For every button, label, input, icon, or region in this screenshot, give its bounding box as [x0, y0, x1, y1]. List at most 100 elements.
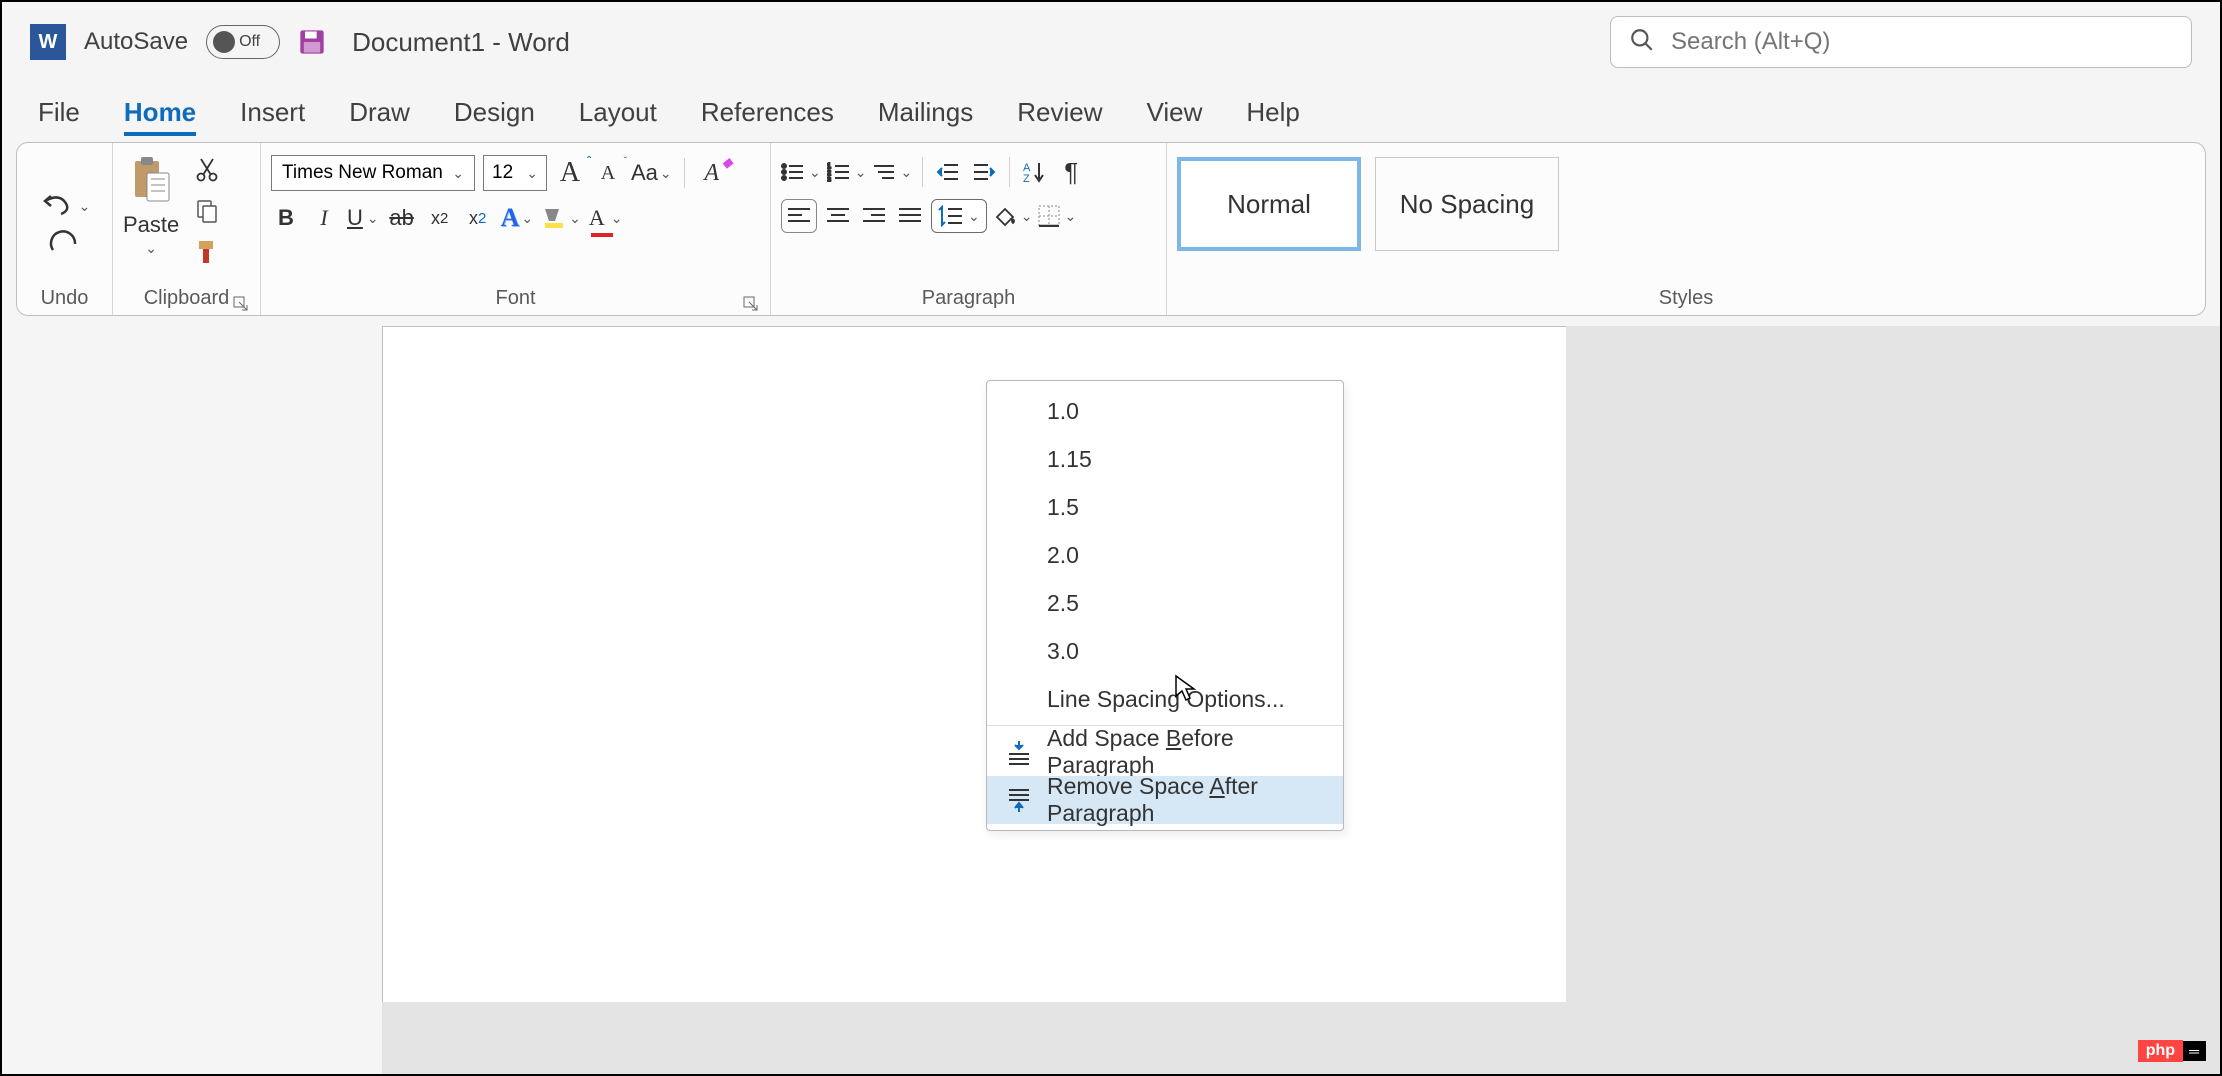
bullets-button[interactable]: ⌄	[781, 155, 821, 189]
clipboard-icon	[129, 155, 173, 208]
ribbon: ⌄ Undo Paste ⌄ Clipboard	[16, 142, 2206, 316]
font-name-selector[interactable]: Times New Roman⌄	[271, 155, 475, 191]
php-label: php	[2138, 1040, 2183, 1062]
tab-mailings[interactable]: Mailings	[878, 97, 973, 136]
underline-button[interactable]: U⌄	[347, 201, 379, 235]
chevron-down-icon[interactable]: ⌄	[145, 240, 157, 257]
autosave-state: Off	[239, 33, 260, 51]
copy-button[interactable]	[195, 198, 219, 229]
tab-home[interactable]: Home	[124, 97, 196, 136]
add-space-before-paragraph[interactable]: Add Space Before Paragraph	[987, 728, 1343, 776]
autosave-label: AutoSave	[84, 28, 188, 56]
spacing-option-3-0[interactable]: 3.0	[987, 627, 1343, 675]
align-right-button[interactable]	[859, 199, 889, 233]
borders-button[interactable]: ⌄	[1038, 199, 1076, 233]
tab-draw[interactable]: Draw	[349, 97, 410, 136]
svg-text:1: 1	[827, 163, 831, 170]
italic-button[interactable]: I	[309, 201, 339, 235]
search-input[interactable]	[1671, 28, 2173, 56]
ribbon-tabs: File Home Insert Draw Design Layout Refe…	[2, 82, 2220, 136]
numbering-button[interactable]: 123⌄	[827, 155, 867, 189]
group-paragraph: ⌄ 123⌄ ⌄ AZ ¶ ⌄ ⌄ ⌄ Paragraph	[771, 143, 1167, 315]
toggle-knob	[213, 31, 235, 53]
cn-label: ═	[2183, 1041, 2206, 1061]
paste-label: Paste	[123, 212, 179, 238]
show-paragraph-marks-button[interactable]: ¶	[1056, 155, 1086, 189]
remove-space-after-icon	[1005, 786, 1033, 814]
search-box[interactable]	[1610, 16, 2192, 68]
svg-text:3: 3	[827, 177, 831, 182]
tab-references[interactable]: References	[701, 97, 834, 136]
align-center-button[interactable]	[823, 199, 853, 233]
grow-font-button[interactable]: Aˆ	[555, 156, 585, 190]
tab-insert[interactable]: Insert	[240, 97, 305, 136]
group-label-clipboard: Clipboard	[123, 287, 250, 315]
sort-button[interactable]: AZ	[1020, 155, 1050, 189]
style-no-spacing[interactable]: No Spacing	[1375, 157, 1559, 251]
highlight-button[interactable]: ⌄	[541, 201, 581, 235]
spacing-option-1-15[interactable]: 1.15	[987, 435, 1343, 483]
title-bar: W AutoSave Off Document1 - Word	[2, 2, 2220, 82]
chevron-down-icon: ⌄	[79, 198, 91, 215]
clear-formatting-button[interactable]: A◆	[697, 156, 727, 190]
strikethrough-button[interactable]: ab	[387, 201, 417, 235]
line-spacing-dropdown: 1.0 1.15 1.5 2.0 2.5 3.0 Line Spacing Op…	[986, 380, 1344, 831]
shading-button[interactable]: ⌄	[993, 199, 1033, 233]
spacing-option-1-5[interactable]: 1.5	[987, 483, 1343, 531]
group-label-styles: Styles	[1177, 287, 2195, 315]
tab-view[interactable]: View	[1146, 97, 1202, 136]
spacing-option-2-0[interactable]: 2.0	[987, 531, 1343, 579]
tab-review[interactable]: Review	[1017, 97, 1102, 136]
redo-button[interactable]	[47, 230, 83, 258]
mouse-cursor-icon	[1174, 674, 1196, 702]
shrink-font-button[interactable]: Aˇ	[593, 156, 623, 190]
svg-text:Z: Z	[1023, 173, 1030, 183]
group-label-font: Font	[271, 287, 760, 315]
font-size-selector[interactable]: 12⌄	[483, 155, 547, 191]
word-app-icon: W	[30, 24, 66, 60]
decrease-indent-button[interactable]	[933, 155, 963, 189]
group-undo: ⌄ Undo	[17, 143, 113, 315]
tab-design[interactable]: Design	[454, 97, 535, 136]
change-case-button[interactable]: Aa⌄	[631, 156, 672, 190]
superscript-button[interactable]: x2	[463, 201, 493, 235]
justify-button[interactable]	[895, 199, 925, 233]
tab-file[interactable]: File	[38, 97, 80, 136]
line-spacing-options[interactable]: Line Spacing Options...	[987, 675, 1343, 723]
dialog-launcher-icon[interactable]	[742, 295, 760, 313]
document-page[interactable]	[382, 326, 1566, 1002]
format-painter-button[interactable]	[195, 239, 219, 270]
remove-space-after-paragraph[interactable]: Remove Space After Paragraph	[987, 776, 1343, 824]
text-effects-button[interactable]: A⌄	[501, 201, 534, 235]
font-color-button[interactable]: A⌄	[589, 201, 623, 235]
multilevel-list-button[interactable]: ⌄	[872, 155, 912, 189]
style-normal[interactable]: Normal	[1177, 157, 1361, 251]
document-title: Document1 - Word	[352, 27, 570, 58]
save-icon[interactable]	[298, 28, 326, 56]
dialog-launcher-icon[interactable]	[232, 295, 250, 313]
watermark-badge: php ═	[2138, 1040, 2206, 1062]
line-spacing-button[interactable]: ⌄	[931, 199, 987, 233]
group-font: Times New Roman⌄ 12⌄ Aˆ Aˇ Aa⌄ A◆ B I U⌄…	[261, 143, 771, 315]
add-space-before-label: Add Space Before Paragraph	[1047, 725, 1319, 779]
increase-indent-button[interactable]	[969, 155, 999, 189]
group-clipboard: Paste ⌄ Clipboard	[113, 143, 261, 315]
spacing-option-2-5[interactable]: 2.5	[987, 579, 1343, 627]
autosave-toggle[interactable]: Off	[206, 25, 280, 59]
group-styles: Normal No Spacing Styles	[1167, 143, 2205, 315]
spacing-option-1-0[interactable]: 1.0	[987, 387, 1343, 435]
group-label-undo: Undo	[27, 287, 102, 315]
paste-button[interactable]: Paste ⌄	[123, 151, 179, 257]
align-left-button[interactable]	[781, 199, 817, 233]
bold-button[interactable]: B	[271, 201, 301, 235]
remove-space-after-label: Remove Space After Paragraph	[1047, 773, 1319, 827]
search-icon	[1629, 27, 1655, 58]
svg-text:2: 2	[827, 170, 831, 177]
tab-help[interactable]: Help	[1246, 97, 1299, 136]
cut-button[interactable]	[195, 157, 219, 188]
subscript-button[interactable]: x2	[425, 201, 455, 235]
tab-layout[interactable]: Layout	[579, 97, 657, 136]
add-space-before-icon	[1005, 738, 1033, 766]
group-label-paragraph: Paragraph	[781, 287, 1156, 315]
undo-button[interactable]: ⌄	[39, 192, 91, 220]
